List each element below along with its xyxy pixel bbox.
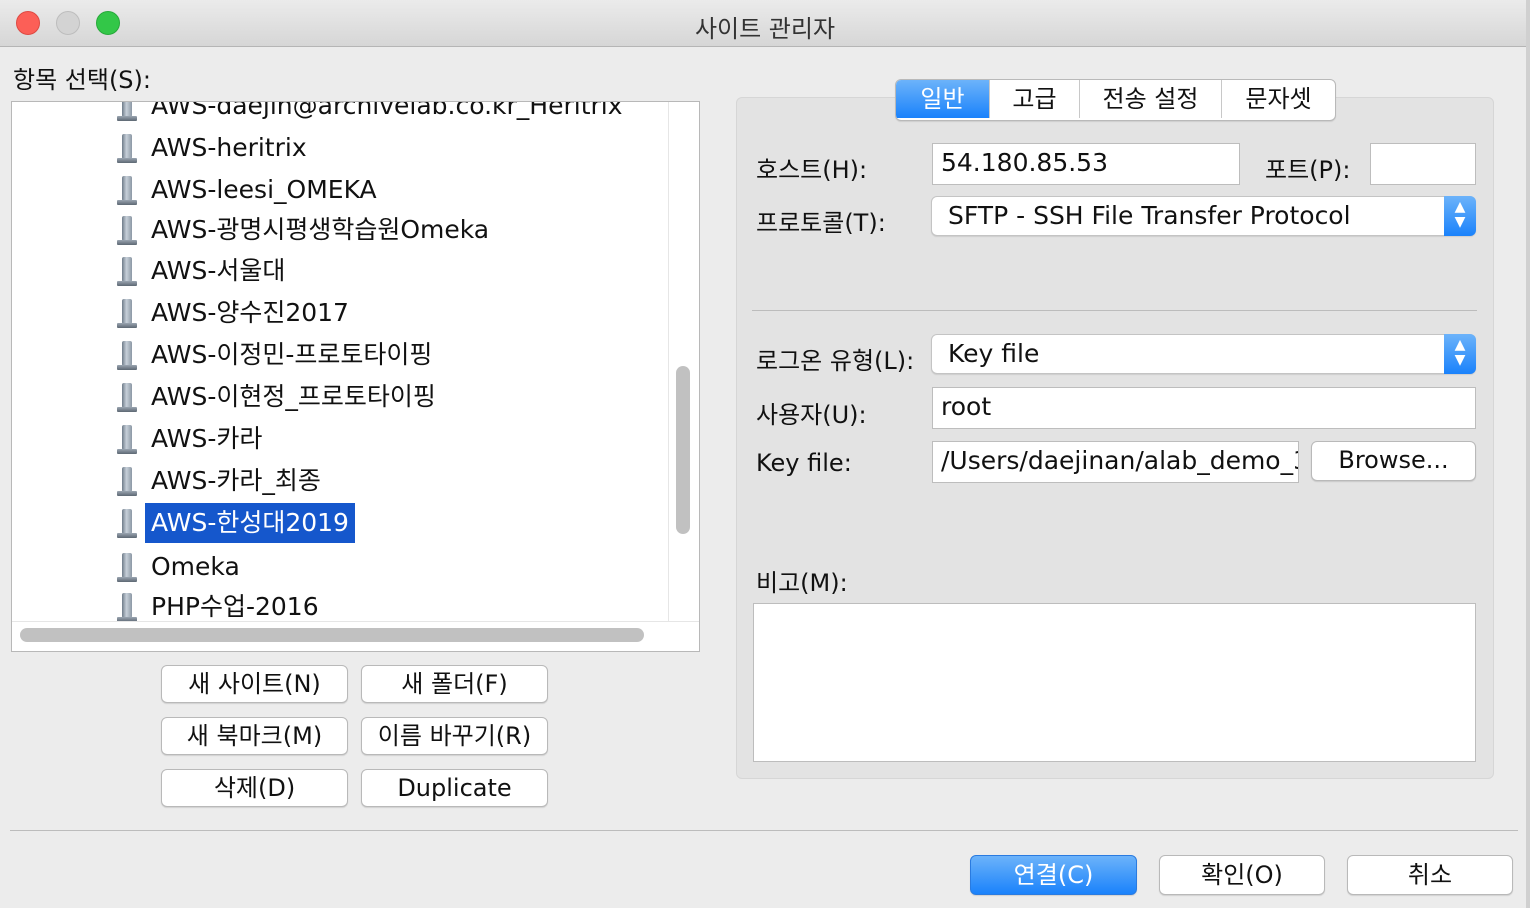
connect-button[interactable]: 연결(C) <box>970 855 1137 895</box>
rename-button[interactable]: 이름 바꾸기(R) <box>361 717 548 755</box>
logon-type-value: Key file <box>948 339 1040 368</box>
new-site-button[interactable]: 새 사이트(N) <box>161 665 348 703</box>
window-edge <box>1526 0 1530 908</box>
server-icon <box>117 593 137 623</box>
tree-item-label: AWS-이정민-프로토타이핑 <box>151 340 433 369</box>
user-label: 사용자(U): <box>756 401 867 429</box>
horizontal-scrollbar[interactable] <box>20 628 644 642</box>
port-label: 포트(P): <box>1265 156 1351 184</box>
tab-general[interactable]: 일반 <box>896 80 990 118</box>
tree-item-label: AWS-이현정_프로토타이핑 <box>151 382 436 411</box>
tree-item-label: AWS-카라_최종 <box>151 466 321 495</box>
server-icon <box>117 216 137 246</box>
vertical-scrollbar[interactable] <box>676 366 690 534</box>
server-icon <box>117 299 137 329</box>
server-icon <box>117 134 137 164</box>
host-label: 호스트(H): <box>756 156 868 184</box>
memo-label: 비고(M): <box>756 569 848 597</box>
logon-type-select[interactable]: Key file ▲ ▼ <box>931 334 1476 374</box>
tree-item-label: AWS-heritrix <box>151 133 307 162</box>
tree-item-label: Omeka <box>151 552 240 581</box>
tab-charset[interactable]: 문자셋 <box>1222 80 1335 118</box>
protocol-select[interactable]: SFTP - SSH File Transfer Protocol ▲ ▼ <box>931 196 1476 236</box>
server-icon <box>117 176 137 206</box>
title-bar: 사이트 관리자 <box>0 0 1530 47</box>
footer-divider <box>10 830 1518 831</box>
server-icon <box>117 341 137 371</box>
tab-advanced[interactable]: 고급 <box>990 80 1080 118</box>
protocol-value: SFTP - SSH File Transfer Protocol <box>948 201 1351 230</box>
tree-item-label: AWS-한성대2019 <box>145 503 355 543</box>
section-divider <box>752 310 1477 311</box>
new-folder-button[interactable]: 새 폴더(F) <box>361 665 548 703</box>
delete-button[interactable]: 삭제(D) <box>161 769 348 807</box>
tab-bar: 일반 고급 전송 설정 문자셋 <box>895 79 1336 121</box>
horizontal-scroll-track <box>12 621 699 622</box>
server-icon <box>117 102 137 122</box>
port-input[interactable] <box>1370 143 1476 185</box>
tab-transfer-settings[interactable]: 전송 설정 <box>1080 80 1222 118</box>
protocol-label: 프로토콜(T): <box>756 209 886 237</box>
host-input[interactable]: 54.180.85.53 <box>932 143 1240 185</box>
chevron-up-down-icon: ▲ ▼ <box>1444 196 1476 236</box>
tree-item-label: AWS-leesi_OMEKA <box>151 175 377 204</box>
logon-type-label: 로그온 유형(L): <box>756 347 915 375</box>
cancel-button[interactable]: 취소 <box>1347 855 1513 895</box>
select-entry-label: 항목 선택(S): <box>13 66 151 94</box>
memo-textarea[interactable] <box>753 603 1476 762</box>
chevron-up-down-icon: ▲ ▼ <box>1444 334 1476 374</box>
server-icon <box>117 383 137 413</box>
key-file-input[interactable]: /Users/daejinan/alab_demo_3 <box>932 441 1299 483</box>
tree-item-label: AWS-카라 <box>151 424 263 453</box>
tree-item-label: AWS-서울대 <box>151 256 286 285</box>
tree-item-label: AWS-daejin@archivelab.co.kr_Heritrix <box>151 101 623 120</box>
browse-button[interactable]: Browse... <box>1311 441 1476 481</box>
vertical-scroll-track <box>668 102 669 622</box>
ok-button[interactable]: 확인(O) <box>1159 855 1325 895</box>
new-bookmark-button[interactable]: 새 북마크(M) <box>161 717 348 755</box>
server-icon <box>117 467 137 497</box>
tree-item-label: AWS-양수진2017 <box>151 298 349 327</box>
duplicate-button[interactable]: Duplicate <box>361 769 548 807</box>
window-title: 사이트 관리자 <box>694 15 836 43</box>
server-icon <box>117 553 137 583</box>
server-icon <box>117 425 137 455</box>
server-icon <box>117 257 137 287</box>
user-input[interactable]: root <box>932 387 1476 429</box>
site-tree[interactable]: AWS-daejin@archivelab.co.kr_Heritrix AWS… <box>11 101 700 652</box>
tree-item-label: AWS-광명시평생학습원Omeka <box>151 215 490 244</box>
key-file-label: Key file: <box>756 449 852 477</box>
server-icon <box>117 509 137 539</box>
